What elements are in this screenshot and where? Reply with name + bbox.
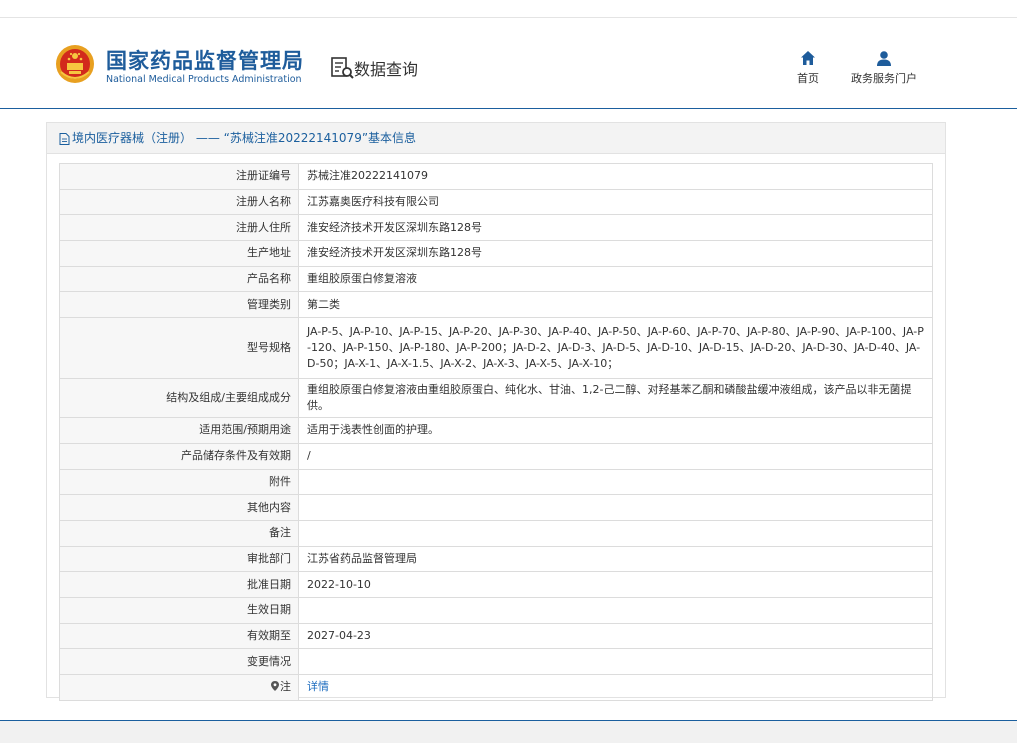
section-title: 数据查询 xyxy=(354,60,419,79)
table-row: 型号规格 JA-P-5、JA-P-10、JA-P-15、JA-P-20、JA-P-… xyxy=(59,317,933,380)
row-value: 重组胶原蛋白修复溶液 xyxy=(298,265,933,293)
row-label: 产品名称 xyxy=(59,265,299,293)
table-row: 其他内容 xyxy=(59,494,933,521)
document-icon xyxy=(59,132,70,145)
row-label: 批准日期 xyxy=(59,571,299,598)
row-label: 注册证编号 xyxy=(59,163,299,190)
table-row: 变更情况 xyxy=(59,648,933,675)
footer xyxy=(0,721,1017,743)
table-row: 有效期至 2027-04-23 xyxy=(59,622,933,650)
row-value: 重组胶原蛋白修复溶液由重组胶原蛋白、纯化水、甘油、1,2-己二醇、对羟基苯乙酮和… xyxy=(298,378,933,419)
row-label: 附件 xyxy=(59,468,299,496)
row-value: 淮安经济技术开发区深圳东路128号 xyxy=(298,214,933,242)
row-label: 注册人名称 xyxy=(59,188,299,216)
row-label: 注册人住所 xyxy=(59,214,299,242)
row-label: 型号规格 xyxy=(59,317,299,380)
table-row: 产品储存条件及有效期 / xyxy=(59,442,933,470)
row-label: 审批部门 xyxy=(59,545,299,573)
row-label: 其他内容 xyxy=(59,494,299,521)
map-pin-icon xyxy=(271,681,279,692)
row-value: / xyxy=(298,442,933,470)
table-row: 生产地址 淮安经济技术开发区深圳东路128号 xyxy=(59,240,933,267)
row-value xyxy=(298,596,933,624)
row-value xyxy=(298,648,933,675)
data-query-icon xyxy=(331,57,354,79)
row-value xyxy=(298,494,933,521)
row-value: 苏械注准20222141079 xyxy=(298,163,933,190)
table-row: 备注 xyxy=(59,519,933,547)
nav-portal-label: 政务服务门户 xyxy=(851,72,917,85)
row-label: 结构及组成/主要组成成分 xyxy=(59,378,299,419)
table-row: 注册人名称 江苏嘉奥医疗科技有限公司 xyxy=(59,188,933,216)
table-row: 注 详情 xyxy=(59,674,933,701)
row-value: 淮安经济技术开发区深圳东路128号 xyxy=(298,240,933,267)
row-value: JA-P-5、JA-P-10、JA-P-15、JA-P-20、JA-P-30、J… xyxy=(298,317,933,380)
table-row: 批准日期 2022-10-10 xyxy=(59,571,933,598)
row-label: 适用范围/预期用途 xyxy=(59,417,299,444)
info-table: 注册证编号 苏械注准20222141079 注册人名称 江苏嘉奥医疗科技有限公司 注… xyxy=(59,163,933,701)
panel-title: 境内医疗器械（注册） —— “苏械注准20222141079”基本信息 xyxy=(72,131,417,145)
panel-header: 境内医疗器械（注册） —— “苏械注准20222141079”基本信息 xyxy=(47,123,945,154)
row-value: 江苏省药品监督管理局 xyxy=(298,545,933,573)
site-logo-subtitle[interactable]: National Medical Products Administration xyxy=(106,74,302,85)
row-label: 生效日期 xyxy=(59,596,299,624)
home-icon xyxy=(801,51,815,65)
details-link[interactable]: 详情 xyxy=(307,680,329,693)
row-value: 适用于浅表性创面的护理。 xyxy=(298,417,933,444)
nav-home-label: 首页 xyxy=(797,72,819,85)
row-value: 详情 xyxy=(298,674,933,701)
row-label: 管理类别 xyxy=(59,291,299,319)
nav-portal[interactable]: 政务服务门户 xyxy=(846,50,922,86)
info-panel: 境内医疗器械（注册） —— “苏械注准20222141079”基本信息 注册证编… xyxy=(46,122,946,701)
row-label: 变更情况 xyxy=(59,648,299,675)
table-row: 生效日期 xyxy=(59,596,933,624)
user-icon xyxy=(877,51,891,66)
table-row: 注册人住所 淮安经济技术开发区深圳东路128号 xyxy=(59,214,933,242)
row-label: 有效期至 xyxy=(59,622,299,650)
row-value: 第二类 xyxy=(298,291,933,319)
row-value: 江苏嘉奥医疗科技有限公司 xyxy=(298,188,933,216)
nav-home[interactable]: 首页 xyxy=(790,50,826,86)
note-label: 注 xyxy=(280,680,291,694)
table-row: 产品名称 重组胶原蛋白修复溶液 xyxy=(59,265,933,293)
header-divider xyxy=(0,108,1017,109)
table-row: 管理类别 第二类 xyxy=(59,291,933,319)
row-value: 2027-04-23 xyxy=(298,622,933,650)
row-label: 备注 xyxy=(59,519,299,547)
table-row: 附件 xyxy=(59,468,933,496)
row-value xyxy=(298,468,933,496)
top-divider xyxy=(0,17,1017,18)
row-label: 产品储存条件及有效期 xyxy=(59,442,299,470)
emblem-icon xyxy=(56,45,94,83)
row-label-note: 注 xyxy=(59,674,299,701)
row-value: 2022-10-10 xyxy=(298,571,933,598)
table-row: 适用范围/预期用途 适用于浅表性创面的护理。 xyxy=(59,417,933,444)
row-value xyxy=(298,519,933,547)
site-logo-title[interactable]: 国家药品监督管理局 xyxy=(106,45,304,75)
table-row: 审批部门 江苏省药品监督管理局 xyxy=(59,545,933,573)
table-row: 注册证编号 苏械注准20222141079 xyxy=(59,163,933,190)
table-row: 结构及组成/主要组成成分 重组胶原蛋白修复溶液由重组胶原蛋白、纯化水、甘油、1,2… xyxy=(59,378,933,419)
row-label: 生产地址 xyxy=(59,240,299,267)
